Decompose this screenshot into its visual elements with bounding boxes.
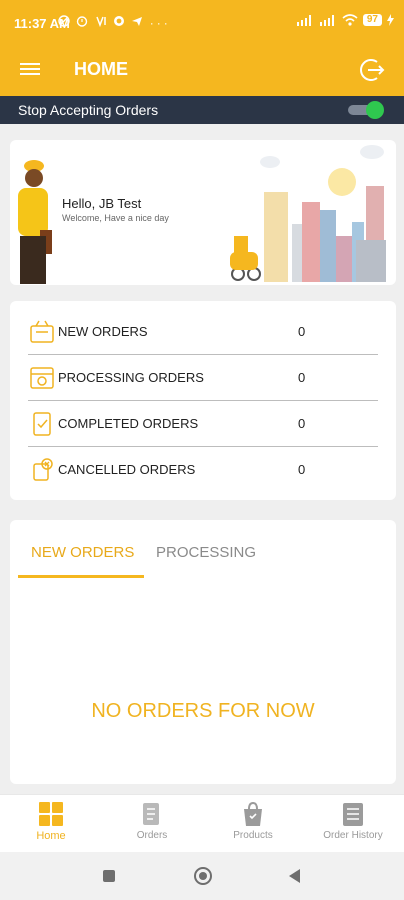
accept-orders-toggle[interactable] [348,101,384,119]
courier-illustration [18,160,52,284]
accept-orders-label: Stop Accepting Orders [18,102,159,118]
stat-row-new-orders[interactable]: NEW ORDERS 0 [28,309,378,355]
completed-orders-icon [33,412,51,436]
system-navigation-bar [0,852,404,900]
charging-icon [387,14,394,26]
orders-panel: NEW ORDERS PROCESSING NO ORDERS FOR NOW [10,520,396,784]
processing-orders-icon [30,367,54,389]
status-bar: 11:37 AM ··· 97 [0,0,404,46]
more-icon: ··· [149,16,171,30]
logout-button[interactable] [358,56,386,84]
stat-label: CANCELLED ORDERS [58,462,196,477]
alarm-icon [77,16,88,27]
app-bar: HOME [0,46,404,96]
stat-row-cancelled-orders[interactable]: CANCELLED ORDERS 0 [28,447,378,493]
order-stats-card: NEW ORDERS 0 PROCESSING ORDERS 0 COMPLET… [10,301,396,500]
stat-count: 0 [298,462,306,477]
nav-item-order-history[interactable]: Order History [313,801,393,841]
products-bag-icon [244,801,262,826]
home-grid-icon [39,802,63,826]
stat-label: PROCESSING ORDERS [58,370,204,385]
whatsapp-icon [114,16,125,26]
orders-icon [143,803,159,825]
empty-orders-message: NO ORDERS FOR NOW [91,700,315,722]
nav-label: Orders [136,830,168,841]
page-title: HOME [74,59,128,79]
back-button[interactable] [289,869,300,883]
cancel-wifi-icon [58,15,70,27]
menu-button[interactable] [20,60,40,82]
stat-label: NEW ORDERS [58,324,148,339]
accept-orders-bar: Stop Accepting Orders [0,96,404,124]
stat-count: 0 [298,324,306,339]
logout-icon [360,59,385,81]
nav-label: Home [36,830,66,842]
recents-button[interactable] [103,870,115,882]
wifi-icon [342,14,358,26]
home-button[interactable] [194,867,212,885]
tab-new-orders[interactable]: NEW ORDERS [31,544,134,561]
active-tab-indicator [18,575,144,578]
stat-count: 0 [298,416,306,431]
signal-icon-2 [319,15,334,26]
telegram-icon [132,17,143,26]
stat-row-completed-orders[interactable]: COMPLETED ORDERS 0 [28,401,378,447]
cancelled-orders-icon [33,458,53,481]
status-right: 97 [296,14,394,26]
greeting-banner: Hello, JB Test Welcome, Have a nice day [10,140,396,285]
nav-item-home[interactable]: Home [11,801,91,842]
battery-icon: 97 [362,14,382,26]
new-orders-icon [30,320,54,343]
nav-item-orders[interactable]: Orders [112,801,192,841]
tab-processing[interactable]: PROCESSING [156,544,256,561]
order-history-icon [343,803,363,826]
stat-row-processing-orders[interactable]: PROCESSING ORDERS 0 [28,355,378,401]
stat-count: 0 [298,370,306,385]
nav-label: Order History [323,830,383,841]
bottom-navigation: Home Orders Products Order History [0,794,404,852]
nav-label: Products [233,830,273,841]
signal-icon [296,15,311,26]
city-delivery-illustration [230,145,386,282]
greeting-hello: Hello, JB Test [62,196,142,211]
notification-icons: ··· [58,15,171,30]
greeting-subtitle: Welcome, Have a nice day [62,213,169,223]
stat-label: COMPLETED ORDERS [58,416,199,431]
nav-item-products[interactable]: Products [213,801,293,841]
volte-icon [95,16,106,28]
